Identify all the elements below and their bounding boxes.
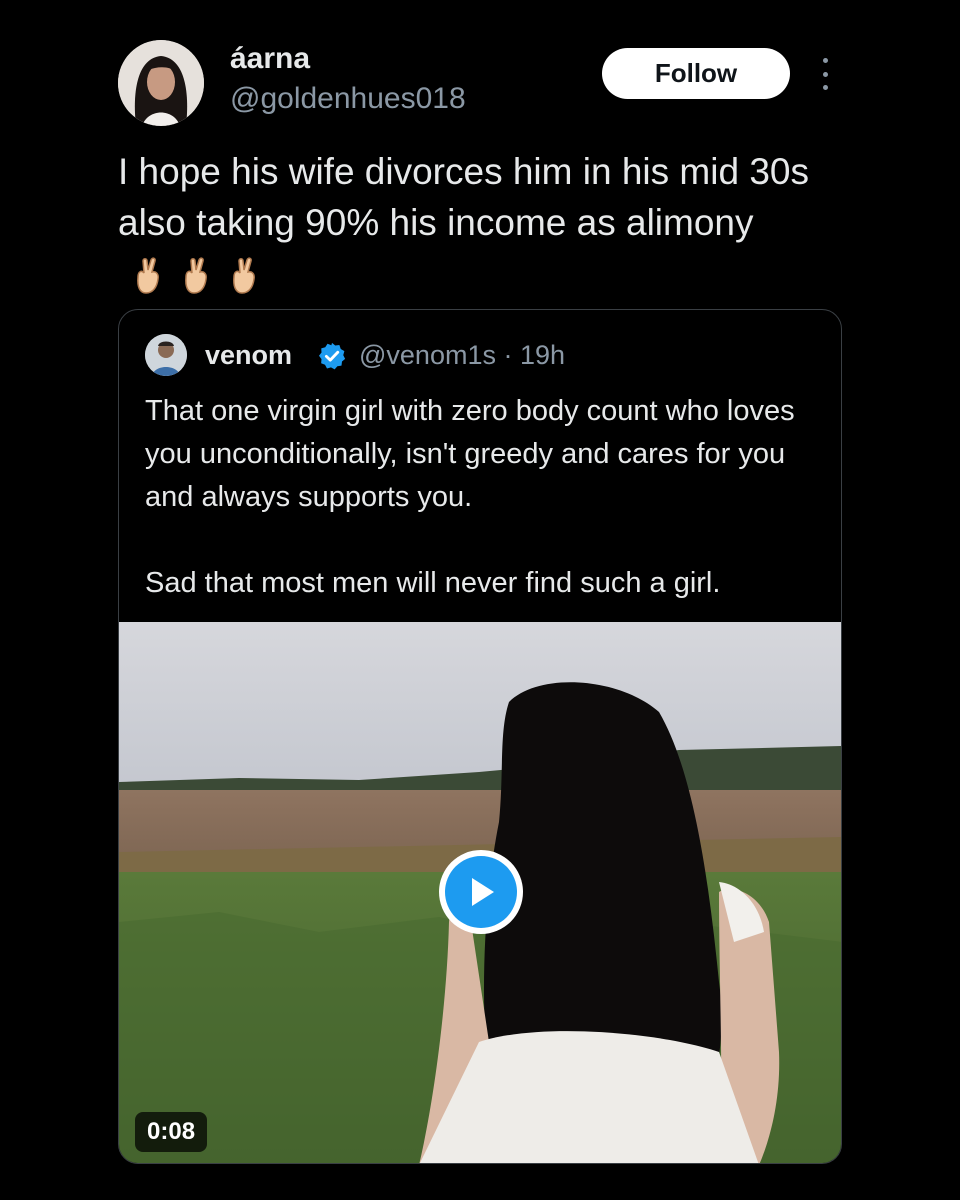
quoted-paragraph: Sad that most men will never find such a… [145,567,721,599]
more-dot [822,58,828,63]
more-vertical-icon[interactable] [812,58,838,90]
quoted-body: That one virgin girl with zero body coun… [145,390,825,605]
tweet-body: I hope his wife divorces him in his mid … [118,146,838,299]
quoted-display-name[interactable]: venom [205,340,292,371]
play-icon [472,878,494,906]
profile-photo-icon [145,334,187,376]
author-avatar[interactable] [118,40,204,126]
quoted-tweet-card[interactable]: venom @venom1s · 19h That one virgin gir… [118,309,842,1164]
video-media[interactable]: 0:08 [119,622,841,1163]
quoted-author-avatar[interactable] [145,334,187,376]
author-display-name[interactable]: áarna [230,42,310,76]
quoted-handle-time[interactable]: @venom1s · 19h [359,340,565,371]
author-handle[interactable]: @goldenhues018 [230,82,466,116]
tweet-text: I hope his wife divorces him in his mid … [118,151,809,243]
profile-photo-icon [118,40,204,126]
crossed-fingers-icon [185,257,207,294]
play-button-inner [445,856,517,928]
quoted-paragraph: That one virgin girl with zero body coun… [145,395,795,513]
more-dot [822,85,828,90]
video-duration-badge: 0:08 [135,1112,208,1152]
crossed-fingers-icon [137,257,159,294]
verified-badge-icon [319,342,346,370]
follow-button[interactable]: Follow [602,48,790,99]
emoji-group [132,257,260,295]
crossed-fingers-icon [233,257,255,294]
more-dot [822,71,828,77]
play-button[interactable] [439,850,523,934]
